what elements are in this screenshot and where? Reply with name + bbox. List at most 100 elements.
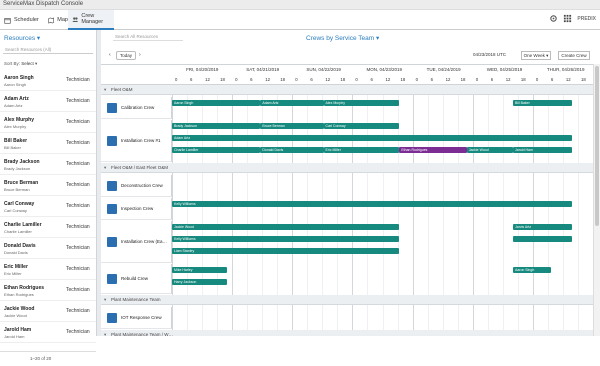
resource-role: Technician bbox=[66, 119, 90, 125]
date-picker[interactable]: 04/23/2018 UTC bbox=[473, 52, 506, 57]
assignment-bar[interactable]: Liam Stanley bbox=[172, 248, 400, 254]
assignment-bar[interactable]: Adam Artz bbox=[172, 135, 572, 141]
group-header[interactable]: ▾ Fleet O&M / East Fleet O&M bbox=[101, 163, 593, 173]
resource-row[interactable]: Bruce Berman Bruce Berman Technician bbox=[0, 176, 96, 196]
crew-row[interactable]: Installation Crew (Ea… bbox=[101, 221, 172, 263]
crew-logo bbox=[107, 274, 117, 284]
crew-name: IOT Response Crew bbox=[121, 315, 162, 320]
assignment-bar[interactable]: Ethan Rodrigues bbox=[399, 147, 467, 153]
resource-role: Technician bbox=[66, 77, 90, 83]
crew-row[interactable]: Installation Crew #1 bbox=[101, 120, 172, 162]
group-header[interactable]: ▾ Fleet O&M bbox=[101, 85, 593, 95]
group-header[interactable]: ▾ Plant Maintenance Team / W… bbox=[101, 330, 593, 336]
assignment-bar[interactable]: Donald Davis bbox=[260, 147, 324, 153]
resource-row[interactable]: Aaron Singh Aaron Singh Technician bbox=[0, 71, 96, 91]
apps-grid-icon[interactable] bbox=[563, 14, 572, 23]
resource-sub: Aaron Singh bbox=[4, 82, 27, 87]
search-all-input[interactable]: Search All Resources bbox=[113, 33, 183, 41]
assignment-bar[interactable]: Mike Harley bbox=[172, 267, 227, 273]
assignment-bar[interactable]: Brady Jackson bbox=[172, 123, 261, 129]
resource-row[interactable]: Brady Jackson Brady Jackson Technician bbox=[0, 155, 96, 175]
collapse-icon[interactable]: ▾ bbox=[104, 165, 106, 171]
assignment-bar[interactable]: Eric Miller bbox=[323, 147, 400, 153]
resource-name: Adam Artz bbox=[4, 96, 29, 102]
hour-label: 0 bbox=[535, 77, 539, 82]
hour-label: 0 bbox=[475, 77, 479, 82]
resource-search-input[interactable]: Search Resources (All) bbox=[3, 45, 93, 54]
resource-sub: Ethan Rodrigues bbox=[4, 292, 34, 297]
assignment-bar[interactable] bbox=[513, 236, 572, 242]
hour-label: 6 bbox=[370, 77, 373, 82]
hour-label: 6 bbox=[430, 77, 433, 82]
resource-sub: Eric Miller bbox=[4, 271, 22, 276]
prev-icon[interactable]: ‹ bbox=[109, 52, 111, 58]
settings-icon[interactable] bbox=[549, 14, 558, 23]
collapse-icon[interactable]: ▾ bbox=[104, 332, 106, 336]
vertical-scrollbar[interactable] bbox=[593, 64, 600, 336]
tab-scheduler[interactable]: Scheduler bbox=[0, 10, 44, 30]
hour-label: 0 bbox=[415, 77, 418, 82]
assignment-bar[interactable]: Aaron Singh bbox=[172, 100, 261, 106]
collapse-icon[interactable]: ▾ bbox=[104, 297, 106, 303]
assignment-bar[interactable]: Jarold Ham bbox=[513, 147, 572, 153]
assignment-bar[interactable]: Kelly Williams bbox=[172, 201, 572, 207]
crew-logo bbox=[107, 103, 117, 113]
resource-sub: Donald Davis bbox=[4, 250, 28, 255]
timeline-grid: ▾ Fleet O&M Calibration Crew Aaron Singh Ada… bbox=[101, 85, 593, 336]
resource-name: Jackie Wood bbox=[4, 306, 35, 312]
collapse-icon[interactable]: ▾ bbox=[104, 87, 106, 93]
assignment-bar[interactable]: Bill Baker bbox=[513, 100, 572, 106]
day-label: TUE, 04/24/2019 bbox=[426, 67, 461, 72]
assignment-bar[interactable]: Jackie Wood bbox=[172, 224, 400, 230]
crew-logo bbox=[107, 313, 117, 323]
hour-label: 12 bbox=[205, 77, 210, 82]
assignment-bar[interactable]: Jackie Wood bbox=[466, 147, 513, 153]
tab-map[interactable]: Map bbox=[44, 10, 68, 30]
resource-name: Charlie Lamiller bbox=[4, 222, 42, 228]
crew-row[interactable]: Rebuild Crew bbox=[101, 264, 172, 294]
assignment-bar[interactable]: Bruce Berman bbox=[260, 123, 324, 129]
assignment-bar[interactable]: Carl Conway bbox=[323, 123, 400, 129]
resource-role: Technician bbox=[66, 245, 90, 251]
hour-label: 6 bbox=[550, 77, 554, 82]
assignment-bar[interactable]: Adam Artz bbox=[260, 100, 324, 106]
hour-label: 18 bbox=[520, 77, 526, 82]
crew-row[interactable]: Deconstruction Crew bbox=[101, 175, 172, 197]
hour-label: 12 bbox=[445, 77, 451, 82]
crew-row[interactable]: Inspection Crew bbox=[101, 198, 172, 220]
range-select[interactable]: One Week ▾ bbox=[521, 51, 551, 60]
resource-name: Jarold Ham bbox=[4, 327, 32, 333]
assignment-bar[interactable]: Charlie Lamiller bbox=[172, 147, 261, 153]
crew-row[interactable]: IOT Response Crew bbox=[101, 307, 172, 329]
next-icon[interactable]: › bbox=[139, 52, 141, 58]
today-button[interactable]: Today bbox=[116, 51, 136, 60]
crew-row[interactable]: Calibration Crew bbox=[101, 97, 172, 119]
resource-name: Aaron Singh bbox=[4, 75, 34, 81]
resource-row[interactable]: Adam Artz Adam Artz Technician bbox=[0, 92, 96, 112]
view-selector[interactable]: Crews by Service Team ▾ bbox=[306, 34, 379, 42]
assignment-bar[interactable]: Kelly Williams bbox=[172, 236, 400, 242]
sort-by-select[interactable]: Sort By: Select ▾ bbox=[4, 61, 37, 67]
tab-crew-manager[interactable]: Crew Manager bbox=[68, 10, 114, 30]
resource-role: Technician bbox=[66, 182, 90, 188]
resource-row[interactable]: Jackie Wood Jackie Wood Technician bbox=[0, 302, 96, 322]
resources-title[interactable]: Resources ▾ bbox=[4, 34, 40, 42]
resource-row[interactable]: Carl Conway Carl Conway Technician bbox=[0, 197, 96, 217]
resource-row[interactable]: Bill Baker Bill Baker Technician bbox=[0, 134, 96, 154]
group-header[interactable]: ▾ Plant Maintenance Team bbox=[101, 295, 593, 305]
assignment-bar[interactable]: Harry Jackson bbox=[172, 279, 227, 285]
resource-row[interactable]: Eric Miller Eric Miller Technician bbox=[0, 260, 96, 280]
resource-row[interactable]: Alex Murphy Alex Murphy Technician bbox=[0, 113, 96, 133]
group-label: Plant Maintenance Team bbox=[111, 297, 161, 302]
assignment-bar[interactable]: Alex Murphy bbox=[323, 100, 400, 106]
hour-label: 6 bbox=[190, 77, 193, 82]
scrollbar-thumb[interactable] bbox=[595, 66, 599, 226]
create-crew-button[interactable]: Create Crew bbox=[558, 51, 590, 60]
resource-row[interactable]: Donald Davis Donald Davis Technician bbox=[0, 239, 96, 259]
assignment-bar[interactable]: Aaron Singh bbox=[513, 267, 551, 273]
resource-row[interactable]: Charlie Lamiller Charlie Lamiller Technici… bbox=[0, 218, 96, 238]
assignment-bar[interactable]: Jarvis Artz bbox=[513, 224, 572, 230]
resource-row[interactable]: Jarold Ham Jarold Ham Technician bbox=[0, 323, 96, 343]
resource-row[interactable]: Ethan Rodrigues Ethan Rodrigues Technician bbox=[0, 281, 96, 301]
tab-map-label: Map bbox=[57, 17, 68, 23]
